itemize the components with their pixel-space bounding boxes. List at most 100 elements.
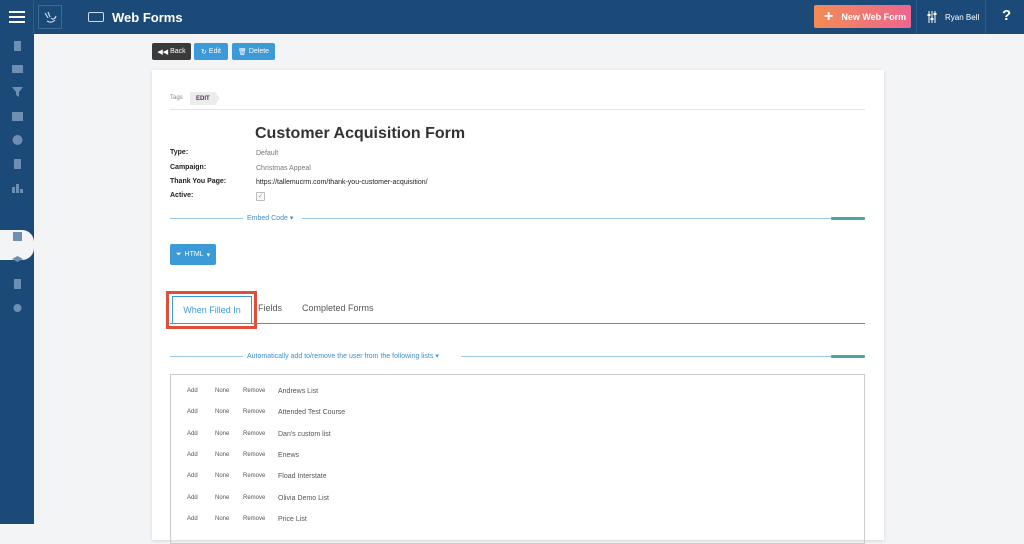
divider	[170, 109, 865, 110]
sidebar-card-icon[interactable]	[12, 64, 23, 74]
top-bar: Web Forms + New Web Form Ryan Bell ?	[0, 0, 1024, 34]
form-title: Customer Acquisition Form	[255, 125, 466, 142]
embed-divider-left	[170, 218, 243, 219]
user-name: Ryan Bell	[945, 12, 980, 22]
campaign-value: Christmas Appeal	[256, 165, 311, 172]
sidebar-building-icon[interactable]	[12, 41, 23, 51]
list-item: Add None Remove Enews	[171, 445, 864, 466]
lists-divider-left	[170, 356, 243, 357]
user-menu[interactable]: Ryan Bell	[916, 0, 986, 34]
sidebar-graduation-icon[interactable]	[12, 255, 23, 265]
back-button[interactable]: ◀◀ Back	[152, 43, 191, 60]
html-label: HTML	[184, 251, 204, 258]
back-label: Back	[170, 48, 186, 55]
sidebar-dollar-icon[interactable]	[12, 135, 23, 145]
tags-label: Tags	[170, 95, 183, 101]
sliders-icon	[927, 11, 937, 23]
list-item: Add None Remove Dan's custom list	[171, 424, 864, 445]
type-value: Default	[256, 150, 279, 157]
new-web-form-button[interactable]: + New Web Form	[814, 5, 911, 28]
tag-badge[interactable]: EDIT	[190, 92, 220, 105]
page-title: Web Forms	[112, 9, 183, 25]
none-option[interactable]: None	[215, 445, 229, 466]
sidebar-chart-icon[interactable]	[12, 207, 23, 217]
trash-icon: 🗑	[237, 48, 247, 56]
embed-code-label: Embed Code	[247, 215, 288, 222]
list-name: Dan's custom list	[278, 431, 331, 438]
help-button[interactable]: ?	[1002, 7, 1011, 24]
remove-option[interactable]: Remove	[243, 509, 265, 530]
tab-completed-forms[interactable]: Completed Forms	[302, 303, 374, 313]
none-option[interactable]: None	[215, 488, 229, 509]
hamburger-icon	[8, 11, 25, 23]
list-item: Add None Remove Olivia Demo List	[171, 488, 864, 509]
lists-divider-accent	[831, 355, 865, 358]
thank-you-page-value: https://tallemucrm.com/thank-you-custome…	[256, 179, 428, 186]
list-item: Add None Remove Fload Interstate	[171, 466, 864, 487]
back-icon: ◀◀	[157, 48, 169, 56]
caret-down-icon: ▾	[289, 215, 294, 222]
logo[interactable]	[38, 5, 62, 29]
list-name: Andrews List	[278, 388, 319, 395]
remove-option[interactable]: Remove	[243, 466, 265, 487]
none-option[interactable]: None	[215, 424, 229, 445]
menu-button[interactable]	[0, 0, 34, 34]
lists-table: Add None Remove Andrews List Add None Re…	[170, 374, 865, 544]
add-option[interactable]: Add	[187, 445, 198, 466]
delete-label: Delete	[248, 48, 270, 55]
none-option[interactable]: None	[215, 402, 229, 423]
add-option[interactable]: Add	[187, 424, 198, 445]
tabs-underline	[170, 323, 865, 324]
edit-label: Edit	[208, 48, 221, 55]
caret-down-icon: ▾	[206, 251, 211, 259]
remove-option[interactable]: Remove	[243, 445, 265, 466]
edit-icon: ↻	[201, 48, 207, 56]
remove-option[interactable]: Remove	[243, 424, 265, 445]
remove-option[interactable]: Remove	[243, 488, 265, 509]
embed-divider-accent	[831, 217, 865, 220]
tab-fields[interactable]: Fields	[258, 303, 282, 313]
list-name: Fload Interstate	[278, 473, 327, 480]
sidebar-calendar-icon[interactable]	[12, 111, 23, 121]
add-option[interactable]: Add	[187, 402, 198, 423]
embed-divider-right	[302, 218, 865, 219]
list-item: Add None Remove Price List	[171, 509, 864, 530]
sidebar	[0, 34, 34, 524]
list-item: Add None Remove Attended Test Course	[171, 402, 864, 423]
sidebar-document-icon[interactable]	[12, 279, 23, 289]
sidebar-clipboard-icon[interactable]	[12, 231, 23, 241]
keyboard-icon	[88, 12, 104, 22]
none-option[interactable]: None	[215, 381, 229, 402]
remove-option[interactable]: Remove	[243, 381, 265, 402]
thank-you-page-label: Thank You Page:	[170, 178, 227, 185]
plus-icon: +	[824, 7, 834, 25]
embed-code-toggle[interactable]: Embed Code ▾	[247, 214, 293, 222]
list-item: Add None Remove Andrews List	[171, 381, 864, 402]
none-option[interactable]: None	[215, 509, 229, 530]
new-web-form-label: New Web Form	[841, 11, 907, 22]
list-name: Attended Test Course	[278, 409, 346, 416]
add-option[interactable]: Add	[187, 466, 198, 487]
add-option[interactable]: Add	[187, 381, 198, 402]
add-option[interactable]: Add	[187, 488, 198, 509]
none-option[interactable]: None	[215, 466, 229, 487]
list-name: Enews	[278, 452, 300, 459]
sidebar-filter-icon[interactable]	[12, 87, 23, 97]
lists-section-toggle[interactable]: Automatically add to/remove the user fro…	[247, 352, 439, 360]
campaign-label: Campaign:	[170, 164, 207, 171]
delete-button[interactable]: 🗑 Delete	[232, 43, 275, 60]
html-dropdown-button[interactable]: ⏷ HTML ▾	[170, 244, 216, 265]
filter-icon: ⏷	[175, 250, 182, 258]
logo-icon	[44, 11, 57, 23]
add-option[interactable]: Add	[187, 509, 198, 530]
sidebar-book-icon[interactable]	[12, 159, 23, 169]
lists-divider-right	[461, 356, 865, 357]
edit-button[interactable]: ↻ Edit	[194, 43, 228, 60]
web-form-card: Tags EDIT Customer Acquisition Form Type…	[152, 70, 884, 544]
active-checkbox[interactable]: ✓	[256, 192, 265, 201]
list-name: Price List	[278, 516, 307, 523]
sidebar-settings-icon[interactable]	[12, 303, 23, 313]
sidebar-bar-chart-icon[interactable]	[12, 183, 23, 193]
lists-section-label: Automatically add to/remove the user fro…	[247, 353, 434, 360]
remove-option[interactable]: Remove	[243, 402, 265, 423]
